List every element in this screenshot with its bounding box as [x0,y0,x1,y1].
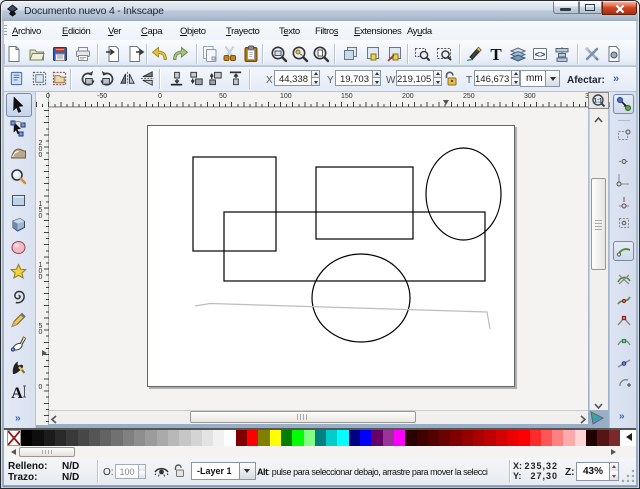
svg-text:A: A [11,385,23,400]
svg-text:T: T [490,45,502,63]
svg-text:<>: <> [535,50,546,60]
